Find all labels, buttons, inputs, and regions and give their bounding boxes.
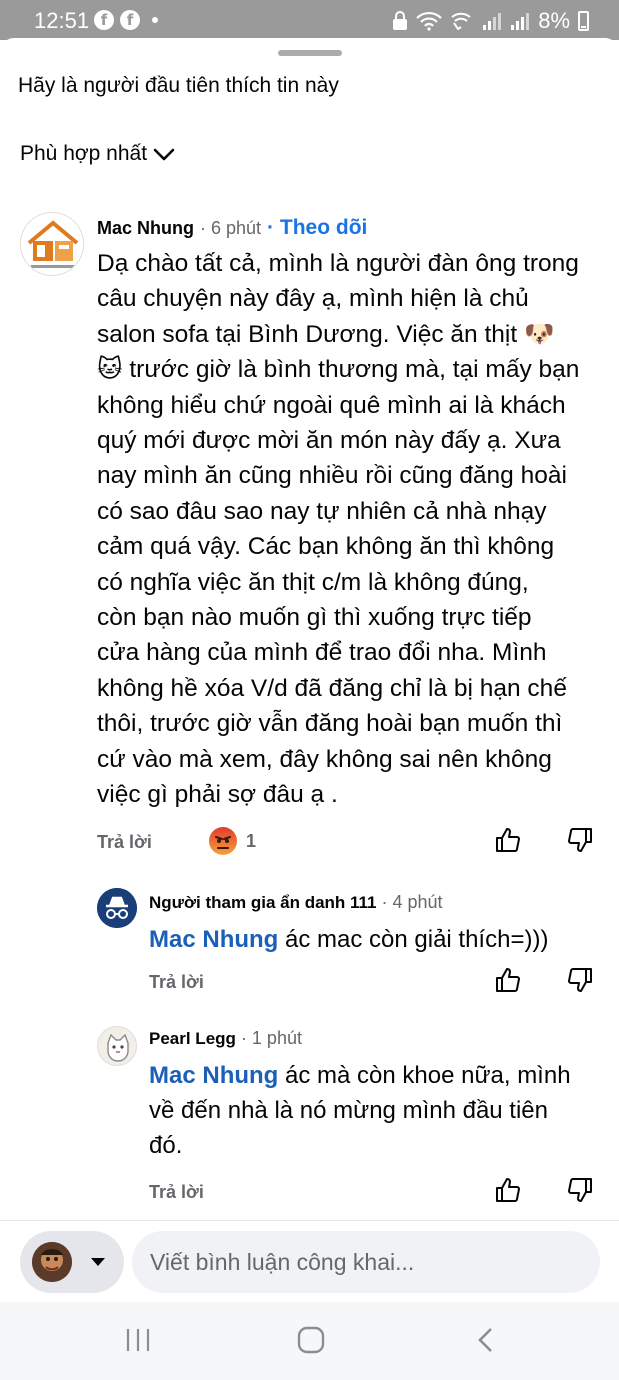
- wifi-call-icon: [451, 12, 471, 31]
- sort-label: Phù hợp nhất: [20, 142, 148, 165]
- identity-switcher[interactable]: [20, 1231, 124, 1293]
- user-avatar-image-icon: [32, 1242, 72, 1282]
- reply-button[interactable]: Trả lời: [149, 972, 204, 993]
- caret-down-icon: [91, 1258, 105, 1266]
- likes-prompt[interactable]: Hãy là người đầu tiên thích tin này: [18, 74, 339, 98]
- sheet-drag-handle[interactable]: [278, 50, 342, 56]
- avatar[interactable]: [20, 212, 84, 276]
- follow-button[interactable]: · Theo dõi: [267, 216, 367, 240]
- dislike-thumb-icon[interactable]: [566, 1176, 594, 1204]
- reply-comment: Người tham gia ẩn danh 111 · 4 phút Mac …: [0, 884, 619, 1004]
- signal-icon: [483, 13, 502, 30]
- store-logo-icon: [21, 213, 83, 275]
- reaction-summary[interactable]: 1: [208, 826, 256, 856]
- angry-face-icon: [209, 827, 237, 855]
- comment-author[interactable]: Người tham gia ẩn danh 111: [149, 893, 377, 913]
- more-notifications-dot-icon: [152, 17, 158, 23]
- incognito-icon: [97, 888, 137, 928]
- anonymous-avatar[interactable]: [97, 888, 137, 928]
- comment-author[interactable]: Pearl Legg: [149, 1029, 236, 1049]
- comment-time: · 1 phút: [240, 1028, 302, 1048]
- status-bar: 12:51 f f 8%: [0, 0, 619, 40]
- wifi-icon: [416, 11, 442, 31]
- dislike-thumb-icon[interactable]: [566, 966, 594, 994]
- sort-dropdown[interactable]: Phù hợp nhất: [20, 142, 175, 166]
- like-thumb-icon[interactable]: [494, 1176, 522, 1204]
- reaction-count: 1: [246, 830, 257, 851]
- status-time: 12:51: [34, 8, 90, 33]
- mention-link[interactable]: Mac Nhung: [149, 1062, 278, 1089]
- battery-percent: 8%: [538, 8, 570, 33]
- avatar[interactable]: [97, 1026, 137, 1066]
- recent-apps-icon[interactable]: [124, 1326, 152, 1354]
- cat-avatar-icon: [98, 1027, 136, 1065]
- like-thumb-icon[interactable]: [494, 826, 522, 854]
- reply-button[interactable]: Trả lời: [97, 832, 152, 853]
- comment-time: · 6 phút: [200, 218, 262, 238]
- comment-text: Mac Nhung ác mà còn khoe nữa, mình về đế…: [149, 1062, 571, 1159]
- reply-button[interactable]: Trả lời: [149, 1182, 204, 1203]
- lock-icon: [393, 11, 408, 30]
- dislike-thumb-icon[interactable]: [566, 826, 594, 854]
- user-avatar: [32, 1242, 72, 1282]
- comments-sheet: Hãy là người đầu tiên thích tin này Phù …: [0, 38, 619, 1302]
- comment-composer: [0, 1220, 619, 1302]
- comment-input[interactable]: [132, 1231, 600, 1293]
- comment-text: Dạ chào tất cả, mình là người đàn ông tr…: [97, 250, 580, 809]
- like-thumb-icon[interactable]: [494, 966, 522, 994]
- home-icon[interactable]: [297, 1326, 325, 1354]
- mention-link[interactable]: Mac Nhung: [149, 926, 278, 953]
- signal-icon: [511, 13, 530, 30]
- back-icon[interactable]: [474, 1326, 498, 1354]
- comment-time: · 4 phút: [381, 892, 443, 912]
- battery-icon: [578, 11, 589, 31]
- facebook-notification-icon: f: [94, 10, 114, 30]
- comment-author[interactable]: Mac Nhung: [97, 218, 194, 239]
- chevron-down-icon: [153, 148, 175, 161]
- comment: Mac Nhung · 6 phút · Theo dõi Dạ chào tấ…: [0, 208, 619, 868]
- facebook-notification-icon: f: [120, 10, 140, 30]
- comment-text: Mac Nhung ác mac còn giải thích=))): [149, 926, 549, 953]
- system-navigation-bar: [0, 1302, 619, 1380]
